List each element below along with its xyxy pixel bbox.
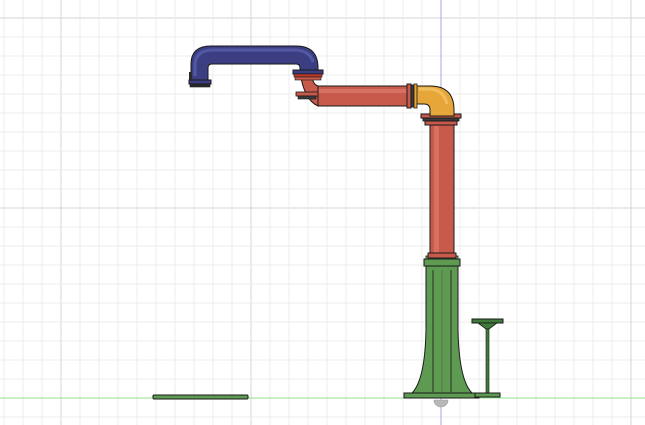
green-pedestal[interactable] bbox=[403, 255, 480, 399]
red-vertical-pipe[interactable] bbox=[427, 123, 457, 259]
origin-marker bbox=[433, 399, 449, 408]
scene-canvas[interactable] bbox=[0, 0, 645, 425]
cad-viewport[interactable] bbox=[0, 0, 645, 425]
ground-bar[interactable] bbox=[152, 394, 249, 400]
grid bbox=[0, 0, 645, 425]
